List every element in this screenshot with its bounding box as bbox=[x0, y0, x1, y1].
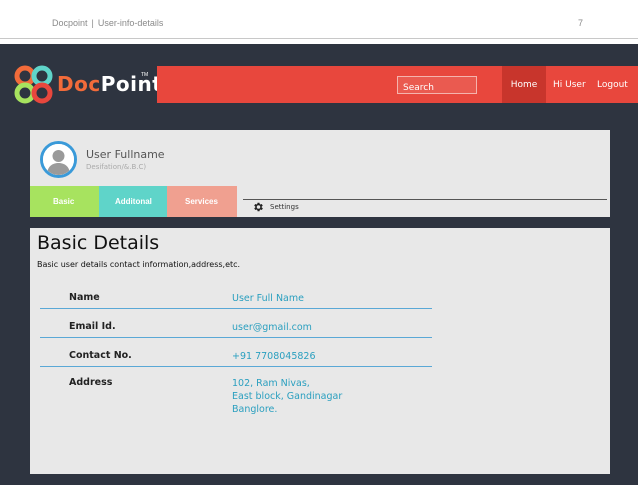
settings-label: Settings bbox=[270, 203, 299, 211]
user-avatar-icon bbox=[43, 144, 74, 175]
profile-card: User Fullname Desifation/&.B.C) Basic Ad… bbox=[30, 130, 610, 217]
slide-header: Docpoint | User-info-details 7 bbox=[0, 0, 638, 40]
details-subtitle: Basic user details contact information,a… bbox=[37, 260, 241, 269]
user-fullname: User Fullname bbox=[86, 148, 165, 161]
nav-home-link[interactable]: Home bbox=[502, 66, 546, 103]
detail-value: user@gmail.com bbox=[232, 322, 312, 333]
slide-title-separator: | bbox=[91, 18, 94, 28]
logo-wordmark-doc: Doc bbox=[57, 72, 101, 96]
logo-trademark: TM bbox=[141, 72, 149, 78]
details-title: Basic Details bbox=[37, 232, 160, 254]
row-divider bbox=[40, 337, 432, 338]
row-divider bbox=[40, 366, 432, 367]
slide-title: Docpoint | User-info-details bbox=[52, 18, 163, 28]
basic-details-card: Basic Details Basic user details contact… bbox=[30, 228, 610, 474]
gear-icon bbox=[254, 202, 263, 212]
nav-logout-link[interactable]: Logout bbox=[597, 66, 628, 103]
user-designation: Desifation/&.B.C) bbox=[86, 163, 147, 171]
docpoint-logo-icon bbox=[14, 65, 53, 104]
detail-label: Address bbox=[69, 377, 113, 388]
detail-label: Name bbox=[69, 292, 100, 303]
logo-wordmark-point: Point bbox=[100, 72, 163, 96]
detail-value: +91 7708045826 bbox=[232, 351, 316, 362]
detail-value: 102, Ram Nivas, East block, Gandinagar B… bbox=[232, 378, 343, 415]
slide-divider bbox=[0, 38, 638, 39]
nav-user-link[interactable]: Hi User bbox=[553, 66, 586, 103]
search-input[interactable] bbox=[398, 80, 476, 96]
top-navbar: DocPoint TM Home Hi User Logout bbox=[0, 65, 638, 104]
detail-label: Contact No. bbox=[69, 350, 132, 361]
avatar bbox=[40, 141, 77, 178]
nav-bar: Home Hi User Logout bbox=[157, 66, 638, 103]
slide-title-name: Docpoint bbox=[52, 18, 88, 28]
row-divider bbox=[40, 308, 432, 309]
slide-title-subtitle: User-info-details bbox=[97, 18, 164, 28]
detail-label: Email Id. bbox=[69, 321, 116, 332]
detail-value: User Full Name bbox=[232, 293, 304, 304]
tab-services[interactable]: Services bbox=[167, 186, 237, 217]
logo[interactable]: DocPoint TM bbox=[0, 65, 162, 104]
app-frame: DocPoint TM Home Hi User Logout User Ful… bbox=[0, 44, 638, 485]
settings-link[interactable]: Settings bbox=[252, 200, 299, 214]
slide-page-number: 7 bbox=[577, 18, 583, 28]
tab-additional[interactable]: Additonal bbox=[99, 186, 167, 217]
tab-basic[interactable]: Basic bbox=[30, 186, 99, 217]
search-box[interactable] bbox=[397, 76, 477, 96]
